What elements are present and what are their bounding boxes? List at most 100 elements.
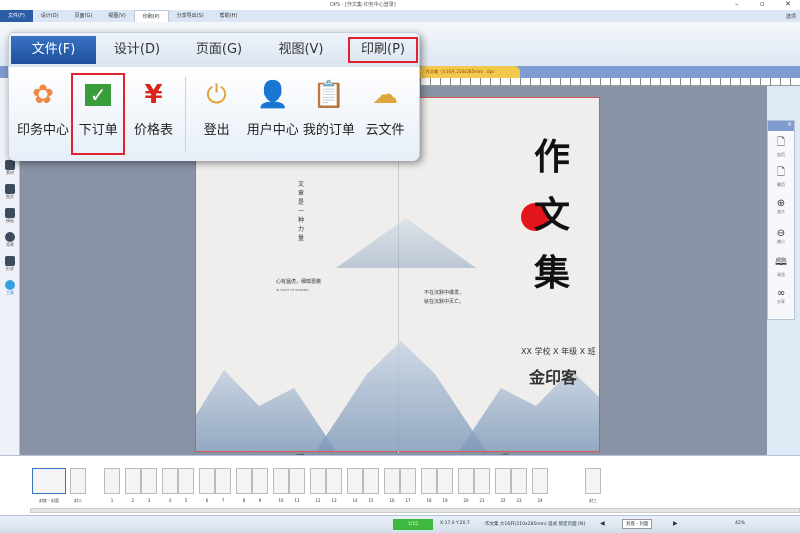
next-page-button[interactable]: ▶ <box>673 520 678 527</box>
print-center-button[interactable]: ✿ 印务中心 <box>15 73 71 155</box>
thumbnail[interactable] <box>384 468 400 494</box>
thumbnail[interactable] <box>199 468 215 494</box>
menu-share[interactable]: 分享导出(S) <box>169 10 212 22</box>
close-toolbar-button[interactable]: × <box>768 121 794 131</box>
sidebar-item-material[interactable]: 素材 <box>0 160 20 180</box>
thumbnail-label: 5 <box>184 498 188 503</box>
tools-icon <box>5 280 15 290</box>
popup-tab-design[interactable]: 设计(D) <box>96 36 178 64</box>
book-icon: 🕮 <box>775 256 787 268</box>
thumbnail[interactable] <box>400 468 416 494</box>
logout-button[interactable]: ⏻ 登出 <box>189 73 245 155</box>
document-tab[interactable]: 作文集（大16开,210x285mm）.dps <box>420 66 520 78</box>
user-center-button[interactable]: 👤 用户中心 <box>245 73 301 155</box>
thumbnail[interactable] <box>532 468 548 494</box>
menu-page[interactable]: 页面(G) <box>67 10 101 22</box>
popup-tab-page[interactable]: 页面(G) <box>178 36 260 64</box>
menu-file[interactable]: 文件(F) <box>0 10 33 22</box>
prev-page-button[interactable]: ◀ <box>600 520 605 527</box>
share-icon: ∞ <box>776 287 786 299</box>
thumbnail[interactable] <box>326 468 342 494</box>
delete-page-button[interactable]: 🗋 删页 <box>768 161 794 191</box>
zoom-in-icon: ⊕ <box>776 197 786 209</box>
menu-print[interactable]: 印刷(P) <box>133 10 169 22</box>
my-orders-button[interactable]: 📋 我的订单 <box>301 73 357 155</box>
thumbnail[interactable] <box>104 468 120 494</box>
cloud-files-button[interactable]: ☁ 云文件 <box>357 73 413 155</box>
template-icon <box>5 208 15 218</box>
zoom-out-icon: ⊖ <box>776 227 786 239</box>
thumbnail-label: 6 <box>205 498 209 503</box>
thumbnail-label: 13 <box>331 498 337 503</box>
thumbnail[interactable] <box>32 468 66 494</box>
sidebar-item-shape[interactable]: 形状 <box>0 256 20 276</box>
thumbnail-label: 10 <box>278 498 284 503</box>
zoom-in-button[interactable]: ⊕ 放大 <box>768 191 794 221</box>
thumbnail-label: 17 <box>405 498 411 503</box>
popup-tab-file[interactable]: 文件(F) <box>11 36 96 64</box>
thumbnail[interactable] <box>236 468 252 494</box>
thumbnail-label: 封底 - 封面 <box>39 498 59 503</box>
preview-button[interactable]: 🕮 阅览 <box>768 251 794 281</box>
popup-tab-view[interactable]: 视图(V) <box>260 36 342 64</box>
divider <box>184 77 186 151</box>
menu-view[interactable]: 视图(V) <box>100 10 133 22</box>
popup-tab-print[interactable]: 印刷(P) <box>348 37 418 63</box>
thumbnail[interactable] <box>437 468 453 494</box>
thumbnail[interactable] <box>310 468 326 494</box>
thumbnail[interactable] <box>70 468 86 494</box>
thumbnail[interactable] <box>162 468 178 494</box>
page-select[interactable]: 封底 - 封面 <box>622 519 653 529</box>
zoom-out-button[interactable]: ⊖ 缩小 <box>768 221 794 251</box>
vertical-text: 文章是一种力量 <box>298 181 305 242</box>
thumbnail[interactable] <box>421 468 437 494</box>
thumbnail[interactable] <box>363 468 379 494</box>
sidebar-item-background[interactable]: 背景 <box>0 232 20 252</box>
thumbnail-label: 2 <box>131 498 135 503</box>
thumbnail-label: 21 <box>479 498 485 503</box>
page-indicator: 1/15 <box>393 519 433 530</box>
menu-design[interactable]: 设计(D) <box>33 10 67 22</box>
thumbnail[interactable] <box>273 468 289 494</box>
thumbnail-label: 7 <box>221 498 225 503</box>
right-quote-1: 不在沉默中爆发， <box>424 290 465 296</box>
background-icon <box>5 232 15 242</box>
horizontal-scrollbar[interactable] <box>30 508 800 513</box>
print-menu-popup: 文件(F) 设计(D) 页面(G) 视图(V) 印刷(P) ✿ 印务中心 ✓ 下订单… <box>8 32 420 161</box>
minimize-button[interactable]: – <box>735 0 739 8</box>
mountain-mid <box>336 218 476 268</box>
menu-help[interactable]: 帮助(H) <box>212 10 246 22</box>
thumbnail-label: 3 <box>147 498 151 503</box>
left-quote: 心有猛虎，细嗅蔷薇 <box>276 279 322 285</box>
mountain-left <box>196 370 336 451</box>
maximize-button[interactable]: ▫ <box>760 0 765 8</box>
delete-page-icon: 🗋 <box>776 166 786 178</box>
left-subtitle: IN SIGHT OF SUMMER <box>276 288 309 292</box>
thumbnail[interactable] <box>125 468 141 494</box>
puzzle-icon: ✿ <box>32 80 54 110</box>
thumbnail[interactable] <box>511 468 527 494</box>
thumbnail-label: 1 <box>110 498 114 503</box>
share-button[interactable]: ∞ 分享 <box>768 281 794 311</box>
options-button[interactable]: 选项 <box>786 13 796 20</box>
add-page-button[interactable]: 🗋 加页 <box>768 131 794 161</box>
thumbnail[interactable] <box>458 468 474 494</box>
thumbnail[interactable] <box>495 468 511 494</box>
thumbnail[interactable] <box>289 468 305 494</box>
thumbnail[interactable] <box>474 468 490 494</box>
close-button[interactable]: ✕ <box>785 0 791 8</box>
thumbnail[interactable] <box>141 468 157 494</box>
thumbnail[interactable] <box>347 468 363 494</box>
sidebar-item-graphics[interactable]: 图文 <box>0 184 20 204</box>
price-list-button[interactable]: ¥ 价格表 <box>125 73 181 155</box>
thumbnail-label: 24 <box>537 498 543 503</box>
thumbnail[interactable] <box>252 468 268 494</box>
thumbnail[interactable] <box>178 468 194 494</box>
place-order-button[interactable]: ✓ 下订单 <box>71 73 126 155</box>
sidebar-item-tools[interactable]: 工具 <box>0 280 20 300</box>
thumbnail-label: 15 <box>368 498 374 503</box>
thumbnail[interactable] <box>585 468 601 494</box>
mountain-center <box>316 341 486 451</box>
sidebar-item-template[interactable]: 模板 <box>0 208 20 228</box>
thumbnail[interactable] <box>215 468 231 494</box>
